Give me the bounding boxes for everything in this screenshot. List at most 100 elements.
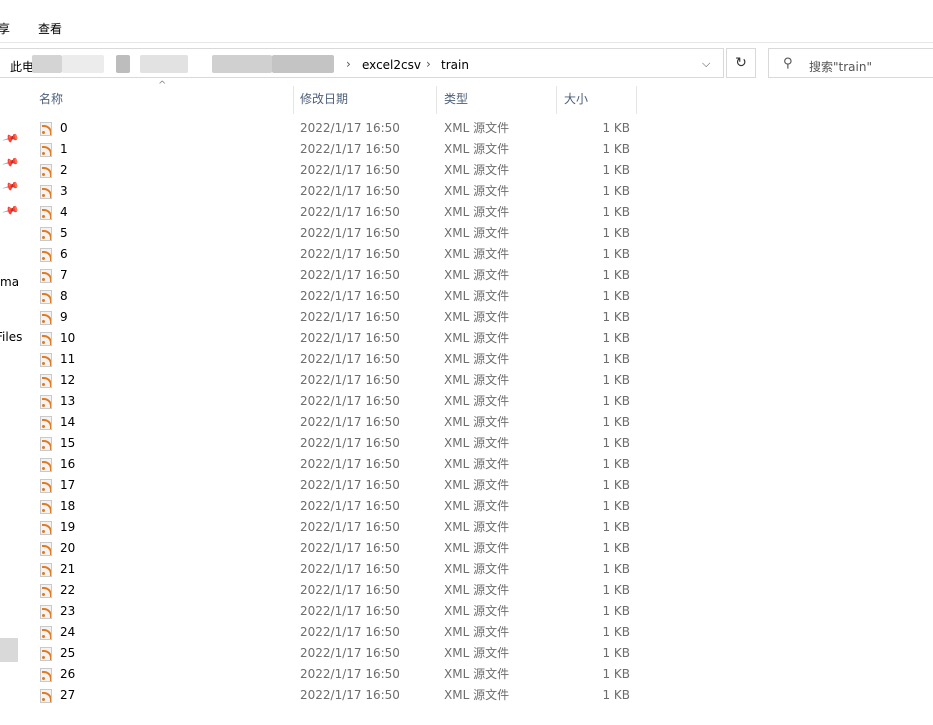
- file-size: 1 KB: [602, 583, 630, 597]
- file-date: 2022/1/17 16:50: [300, 373, 400, 387]
- xml-file-icon: [40, 185, 52, 199]
- tab-view[interactable]: 查看: [38, 20, 62, 37]
- chevron-right-icon[interactable]: ›: [426, 57, 431, 71]
- file-name: 4: [60, 205, 68, 219]
- file-row[interactable]: 22 2022/1/17 16:50 XML 源文件 1 KB: [20, 580, 640, 601]
- xml-file-icon: [40, 122, 52, 136]
- file-row[interactable]: 24 2022/1/17 16:50 XML 源文件 1 KB: [20, 622, 640, 643]
- file-row[interactable]: 25 2022/1/17 16:50 XML 源文件 1 KB: [20, 643, 640, 664]
- file-date: 2022/1/17 16:50: [300, 163, 400, 177]
- nav-item-selected[interactable]: [0, 638, 18, 662]
- file-size: 1 KB: [602, 289, 630, 303]
- column-divider[interactable]: [636, 86, 637, 114]
- file-row[interactable]: 10 2022/1/17 16:50 XML 源文件 1 KB: [20, 328, 640, 349]
- file-row[interactable]: 12 2022/1/17 16:50 XML 源文件 1 KB: [20, 370, 640, 391]
- file-row[interactable]: 14 2022/1/17 16:50 XML 源文件 1 KB: [20, 412, 640, 433]
- file-row[interactable]: 4 2022/1/17 16:50 XML 源文件 1 KB: [20, 202, 640, 223]
- file-row[interactable]: 23 2022/1/17 16:50 XML 源文件 1 KB: [20, 601, 640, 622]
- file-row[interactable]: 5 2022/1/17 16:50 XML 源文件 1 KB: [20, 223, 640, 244]
- breadcrumb-train[interactable]: train: [441, 58, 469, 72]
- file-size: 1 KB: [602, 541, 630, 555]
- column-header-type[interactable]: 类型: [440, 84, 556, 114]
- file-size: 1 KB: [602, 457, 630, 471]
- file-type: XML 源文件: [444, 247, 510, 261]
- file-date: 2022/1/17 16:50: [300, 352, 400, 366]
- file-type: XML 源文件: [444, 520, 510, 534]
- chevron-down-icon[interactable]: ⌵: [702, 57, 716, 71]
- file-type: XML 源文件: [444, 184, 510, 198]
- column-divider[interactable]: [556, 86, 557, 114]
- file-row[interactable]: 7 2022/1/17 16:50 XML 源文件 1 KB: [20, 265, 640, 286]
- file-row[interactable]: 8 2022/1/17 16:50 XML 源文件 1 KB: [20, 286, 640, 307]
- breadcrumb-root[interactable]: 此电: [10, 58, 34, 75]
- nav-item-files[interactable]: Files: [0, 330, 22, 344]
- file-size: 1 KB: [602, 499, 630, 513]
- file-date: 2022/1/17 16:50: [300, 121, 400, 135]
- refresh-button[interactable]: ↻: [726, 48, 756, 78]
- pin-icon: 📌: [1, 201, 21, 220]
- file-row[interactable]: 17 2022/1/17 16:50 XML 源文件 1 KB: [20, 475, 640, 496]
- file-type: XML 源文件: [444, 688, 510, 702]
- file-row[interactable]: 2 2022/1/17 16:50 XML 源文件 1 KB: [20, 160, 640, 181]
- file-date: 2022/1/17 16:50: [300, 247, 400, 261]
- tab-share[interactable]: 享: [0, 20, 10, 37]
- xml-file-icon: [40, 374, 52, 388]
- file-row[interactable]: 3 2022/1/17 16:50 XML 源文件 1 KB: [20, 181, 640, 202]
- column-header-size[interactable]: 大小: [560, 84, 636, 114]
- file-row[interactable]: 19 2022/1/17 16:50 XML 源文件 1 KB: [20, 517, 640, 538]
- file-row[interactable]: 6 2022/1/17 16:50 XML 源文件 1 KB: [20, 244, 640, 265]
- file-type: XML 源文件: [444, 226, 510, 240]
- file-date: 2022/1/17 16:50: [300, 625, 400, 639]
- xml-file-icon: [40, 563, 52, 577]
- file-row[interactable]: 0 2022/1/17 16:50 XML 源文件 1 KB: [20, 118, 640, 139]
- file-row[interactable]: 27 2022/1/17 16:50 XML 源文件 1 KB: [20, 685, 640, 706]
- redacted-path-segment: [140, 55, 188, 73]
- file-date: 2022/1/17 16:50: [300, 604, 400, 618]
- column-header-name[interactable]: 名称: [35, 84, 293, 114]
- column-header-date[interactable]: 修改日期: [296, 84, 436, 114]
- file-size: 1 KB: [602, 352, 630, 366]
- file-size: 1 KB: [602, 520, 630, 534]
- file-date: 2022/1/17 16:50: [300, 562, 400, 576]
- nav-item-ma[interactable]: ma: [0, 275, 19, 289]
- breadcrumb-excel2csv[interactable]: excel2csv: [362, 58, 421, 72]
- file-name: 12: [60, 373, 76, 387]
- xml-file-icon: [40, 416, 52, 430]
- file-row[interactable]: 18 2022/1/17 16:50 XML 源文件 1 KB: [20, 496, 640, 517]
- file-row[interactable]: 13 2022/1/17 16:50 XML 源文件 1 KB: [20, 391, 640, 412]
- file-name: 11: [60, 352, 76, 366]
- file-date: 2022/1/17 16:50: [300, 499, 400, 513]
- column-divider[interactable]: [293, 86, 294, 114]
- refresh-icon: ↻: [735, 55, 747, 71]
- file-type: XML 源文件: [444, 541, 510, 555]
- file-size: 1 KB: [602, 478, 630, 492]
- file-row[interactable]: 15 2022/1/17 16:50 XML 源文件 1 KB: [20, 433, 640, 454]
- search-input[interactable]: ⚲ 搜索"train": [768, 48, 933, 78]
- address-bar[interactable]: 此电 › excel2csv › train ⌵: [0, 48, 724, 78]
- file-date: 2022/1/17 16:50: [300, 184, 400, 198]
- file-row[interactable]: 26 2022/1/17 16:50 XML 源文件 1 KB: [20, 664, 640, 685]
- file-date: 2022/1/17 16:50: [300, 310, 400, 324]
- file-date: 2022/1/17 16:50: [300, 436, 400, 450]
- file-size: 1 KB: [602, 436, 630, 450]
- xml-file-icon: [40, 269, 52, 283]
- xml-file-icon: [40, 647, 52, 661]
- chevron-right-icon[interactable]: ›: [346, 57, 351, 71]
- file-row[interactable]: 1 2022/1/17 16:50 XML 源文件 1 KB: [20, 139, 640, 160]
- file-row[interactable]: 16 2022/1/17 16:50 XML 源文件 1 KB: [20, 454, 640, 475]
- file-size: 1 KB: [602, 667, 630, 681]
- file-row[interactable]: 20 2022/1/17 16:50 XML 源文件 1 KB: [20, 538, 640, 559]
- file-type: XML 源文件: [444, 373, 510, 387]
- pin-icon: 📌: [1, 153, 21, 172]
- file-row[interactable]: 9 2022/1/17 16:50 XML 源文件 1 KB: [20, 307, 640, 328]
- redacted-path-segment: [62, 55, 104, 73]
- file-name: 24: [60, 625, 76, 639]
- file-type: XML 源文件: [444, 625, 510, 639]
- file-type: XML 源文件: [444, 646, 510, 660]
- file-row[interactable]: 11 2022/1/17 16:50 XML 源文件 1 KB: [20, 349, 640, 370]
- file-row[interactable]: 21 2022/1/17 16:50 XML 源文件 1 KB: [20, 559, 640, 580]
- file-name: 18: [60, 499, 76, 513]
- file-date: 2022/1/17 16:50: [300, 394, 400, 408]
- file-name: 0: [60, 121, 68, 135]
- column-divider[interactable]: [436, 86, 437, 114]
